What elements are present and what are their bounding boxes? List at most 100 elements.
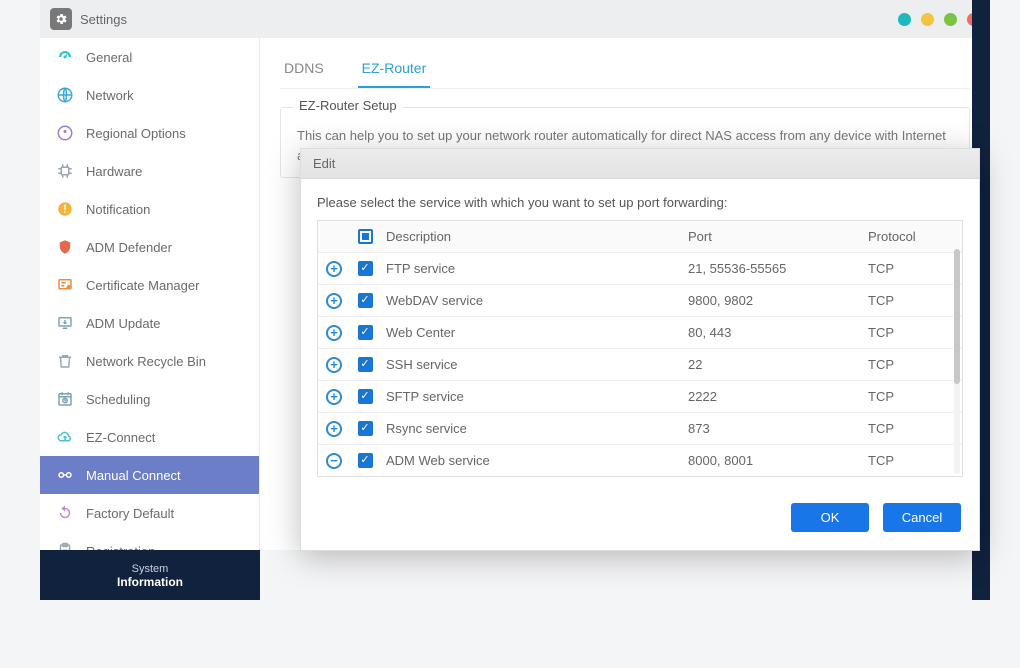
row-description: WebDAV service: [380, 285, 682, 316]
sidebar-item-registration[interactable]: Registration: [40, 532, 259, 550]
row-description: FTP service: [380, 253, 682, 284]
table-row[interactable]: +Web Center80, 443TCP: [318, 317, 962, 349]
row-protocol: TCP: [862, 349, 962, 380]
expand-icon[interactable]: +: [326, 421, 342, 437]
row-protocol: TCP: [862, 285, 962, 316]
table-row[interactable]: − ADM Web service8000, 8001TCP: [318, 445, 962, 476]
row-protocol: TCP: [862, 253, 962, 284]
ok-button[interactable]: OK: [791, 503, 869, 532]
table-scrollbar[interactable]: [954, 249, 960, 474]
table-header: Description Port Protocol: [318, 221, 962, 253]
column-protocol[interactable]: Protocol: [862, 221, 962, 252]
select-all-checkbox[interactable]: [358, 229, 373, 244]
row-checkbox[interactable]: [358, 389, 373, 404]
row-port: 2222: [682, 381, 862, 412]
footer-line-2: Information: [117, 575, 183, 589]
row-description: Rsync service: [380, 413, 682, 444]
sidebar-item-label: Notification: [86, 202, 150, 217]
calendar-icon: [56, 390, 74, 408]
row-checkbox[interactable]: [358, 325, 373, 340]
table-row[interactable]: + FTP service21, 55536-55565TCP: [318, 253, 962, 285]
port-forwarding-table: Description Port Protocol + FTP service21…: [317, 220, 963, 477]
sidebar-item-general[interactable]: General: [40, 38, 259, 76]
chip-icon: [56, 162, 74, 180]
sidebar-item-label: Network Recycle Bin: [86, 354, 206, 369]
row-port: 9800, 9802: [682, 285, 862, 316]
sidebar-item-ez-connect[interactable]: EZ-Connect: [40, 418, 259, 456]
sidebar: General Network Regional Options Hardware No…: [40, 38, 260, 550]
clipboard-icon: [56, 542, 74, 550]
row-port: 873: [682, 413, 862, 444]
table-row[interactable]: +SSH service22TCP: [318, 349, 962, 381]
sidebar-item-label: EZ-Connect: [86, 430, 155, 445]
sidebar-item-adm-update[interactable]: ADM Update: [40, 304, 259, 342]
row-checkbox[interactable]: [358, 261, 373, 276]
window-controls: [898, 13, 980, 26]
row-checkbox[interactable]: [358, 453, 373, 468]
sidebar-item-hardware[interactable]: Hardware: [40, 152, 259, 190]
expand-icon[interactable]: +: [326, 293, 342, 309]
row-description: ADM Web service: [380, 445, 682, 476]
expand-icon[interactable]: +: [326, 389, 342, 405]
row-checkbox[interactable]: [358, 357, 373, 372]
system-information-footer: System Information: [40, 550, 260, 600]
certificate-icon: [56, 276, 74, 294]
connect-icon: [56, 466, 74, 484]
sidebar-item-label: Hardware: [86, 164, 142, 179]
column-description[interactable]: Description: [380, 221, 682, 252]
sidebar-item-label: Network: [86, 88, 134, 103]
edit-dialog: Edit Please select the service with whic…: [300, 148, 980, 551]
update-icon: [56, 314, 74, 332]
row-port: 8000, 8001: [682, 445, 862, 476]
window-dot-2[interactable]: [921, 13, 934, 26]
row-description: SSH service: [380, 349, 682, 380]
sidebar-item-label: Certificate Manager: [86, 278, 199, 293]
sidebar-item-network-recycle-bin[interactable]: Network Recycle Bin: [40, 342, 259, 380]
gauge-icon: [56, 48, 74, 66]
sidebar-item-adm-defender[interactable]: ADM Defender: [40, 228, 259, 266]
sidebar-item-label: ADM Defender: [86, 240, 172, 255]
window-dot-3[interactable]: [944, 13, 957, 26]
expand-icon[interactable]: +: [326, 357, 342, 373]
tab-ddns[interactable]: DDNS: [280, 54, 328, 88]
table-row[interactable]: +SFTP service2222TCP: [318, 381, 962, 413]
sidebar-item-notification[interactable]: Notification: [40, 190, 259, 228]
sidebar-item-factory-default[interactable]: Factory Default: [40, 494, 259, 532]
expand-icon[interactable]: +: [326, 325, 342, 341]
row-protocol: TCP: [862, 413, 962, 444]
sidebar-item-certificate-manager[interactable]: Certificate Manager: [40, 266, 259, 304]
sidebar-item-manual-connect[interactable]: Manual Connect: [40, 456, 259, 494]
window-dot-1[interactable]: [898, 13, 911, 26]
sidebar-item-label: Regional Options: [86, 126, 186, 141]
globe-icon: [56, 86, 74, 104]
window-title: Settings: [80, 12, 127, 27]
group-legend: EZ-Router Setup: [293, 98, 403, 113]
sidebar-item-scheduling[interactable]: Scheduling: [40, 380, 259, 418]
shield-icon: [56, 238, 74, 256]
cloud-icon: [56, 428, 74, 446]
row-protocol: TCP: [862, 317, 962, 348]
cancel-button[interactable]: Cancel: [883, 503, 961, 532]
undo-icon: [56, 504, 74, 522]
sidebar-item-regional-options[interactable]: Regional Options: [40, 114, 259, 152]
dialog-instruction: Please select the service with which you…: [317, 195, 963, 210]
table-row[interactable]: + WebDAV service9800, 9802TCP: [318, 285, 962, 317]
row-checkbox[interactable]: [358, 421, 373, 436]
row-protocol: TCP: [862, 445, 962, 476]
sidebar-item-label: General: [86, 50, 132, 65]
scrollbar-thumb[interactable]: [954, 249, 960, 384]
tab-ez-router[interactable]: EZ-Router: [358, 54, 431, 88]
row-port: 21, 55536-55565: [682, 253, 862, 284]
tabs: DDNS EZ-Router: [280, 54, 970, 89]
row-checkbox[interactable]: [358, 293, 373, 308]
sidebar-item-label: ADM Update: [86, 316, 160, 331]
row-protocol: TCP: [862, 381, 962, 412]
footer-line-1: System: [132, 563, 169, 575]
expand-icon[interactable]: +: [326, 261, 342, 277]
column-port[interactable]: Port: [682, 221, 862, 252]
sidebar-item-label: Factory Default: [86, 506, 174, 521]
collapse-icon[interactable]: −: [326, 453, 342, 469]
alert-icon: [56, 200, 74, 218]
sidebar-item-network[interactable]: Network: [40, 76, 259, 114]
table-row[interactable]: + Rsync service873TCP: [318, 413, 962, 445]
